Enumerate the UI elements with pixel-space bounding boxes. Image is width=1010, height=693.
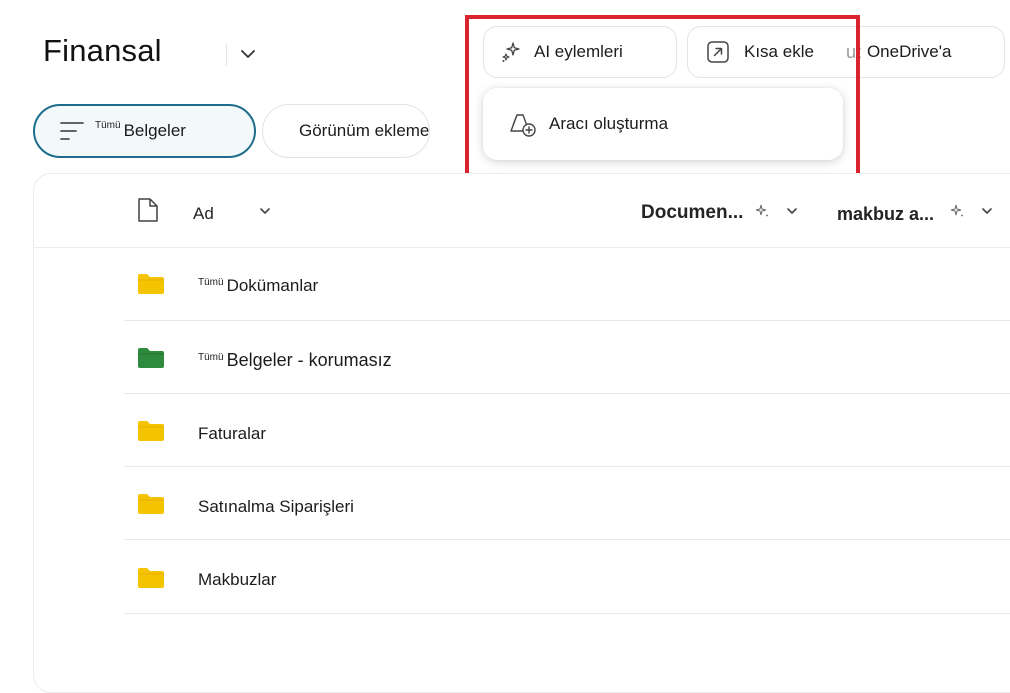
column-header-document[interactable]: Documen... [641,202,743,224]
chevron-down-icon[interactable] [258,204,272,218]
row-name: Faturalar [198,424,267,443]
title-divider [226,44,227,66]
add-view-label: Görünüm ekleme [299,121,430,140]
column-header-receipt[interactable]: makbuz a... [837,204,934,225]
row-prefix: Tümü [198,277,224,288]
open-arrow-icon [707,41,729,63]
column-header-name[interactable]: Ad [193,204,214,224]
table-row[interactable]: Tümü Belgeler - korumasız [124,321,1010,394]
table-row[interactable]: Faturalar [124,394,1010,467]
view-all-documents[interactable]: Tümü Belgeler [33,104,256,158]
ai-actions-button[interactable]: AI eylemleri [483,26,677,78]
shortcut-fragment: ut [845,41,861,62]
table-row[interactable]: Satınalma Siparişleri [124,467,1010,540]
table-row[interactable]: Makbuzlar [124,541,1010,614]
row-name: Satınalma Siparişleri [198,497,354,516]
menu-lines-icon [60,122,84,140]
add-view-button[interactable]: Görünüm ekleme [262,104,430,158]
agent-add-icon [510,114,536,137]
ai-actions-label: AI eylemleri [534,42,623,61]
file-type-icon [138,198,158,222]
chevron-down-icon[interactable] [785,204,799,218]
folder-icon [138,274,164,294]
view-all-prefix: Tümü [95,119,121,131]
create-agent-menu-item[interactable]: Aracı oluşturma [483,111,668,137]
row-name: Belgeler - korumasız [226,350,392,370]
add-shortcut-button[interactable]: Kısa ekle ut OneDrive'a [687,26,1005,78]
folder-icon [138,348,164,368]
add-shortcut-label: Kısa ekle [744,42,814,61]
folder-icon [138,568,164,588]
sparkle-icon [950,204,963,217]
folder-icon [138,421,164,441]
chevron-down-icon[interactable] [980,204,994,218]
ai-actions-menu: Aracı oluşturma [483,88,843,160]
table-row[interactable]: Tümü Dokümanlar [124,248,1010,321]
create-agent-label: Aracı oluşturma [549,114,669,133]
page-title: Finansal [43,33,162,68]
row-prefix: Tümü [198,352,224,363]
row-name: Dokümanlar [226,276,319,295]
view-all-label: Belgeler [123,121,186,140]
row-name: Makbuzlar [198,570,277,589]
onedrive-label: OneDrive'a [866,42,952,61]
sparkle-icon [755,204,768,217]
folder-icon [138,494,164,514]
sparkle-icon [502,42,520,62]
chevron-down-icon[interactable] [238,44,258,64]
